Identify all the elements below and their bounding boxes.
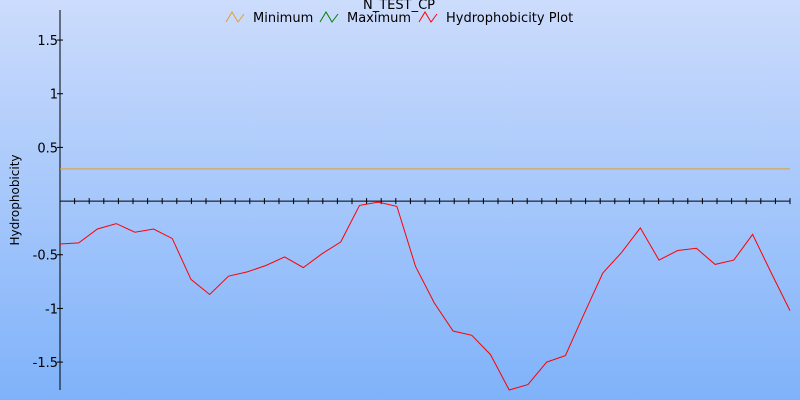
y-tick-label: -0.5 [33,249,58,264]
legend-label-maximum: Maximum [347,11,411,26]
chart-background [0,0,800,400]
legend-label-minimum: Minimum [253,11,313,26]
y-tick-label: 0.5 [37,141,58,156]
y-tick-label: 1.5 [37,34,58,49]
legend: Minimum Maximum Hydrophobicity Plot [225,11,573,26]
y-tick-label: -1.5 [33,356,58,371]
y-axis-title: Hydrophobicity [8,154,22,245]
y-tick-label: -1 [45,302,58,317]
y-tick-label: 1 [50,88,58,103]
legend-label-hydrophobicity-plot: Hydrophobicity Plot [446,11,573,26]
hydrophobicity-chart: N_TEST_CP Minimum Maximum Hydrophobicity P… [0,0,800,400]
